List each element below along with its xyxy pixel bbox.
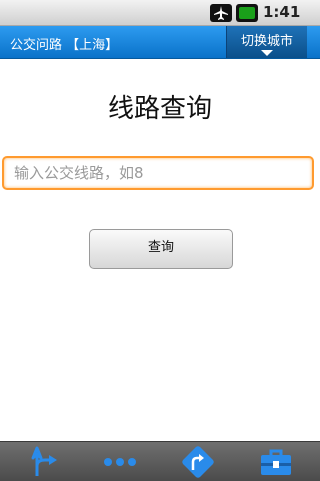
- bus-line-input[interactable]: [2, 156, 314, 190]
- direction-icon: [182, 446, 214, 478]
- more-icon: [104, 458, 136, 466]
- toolbar-route-button[interactable]: [13, 442, 77, 481]
- dropdown-triangle-icon: [261, 50, 273, 56]
- status-time-value: 1:41: [263, 3, 301, 21]
- app-title: 公交问路 【上海】: [10, 38, 119, 53]
- route-icon: [31, 446, 57, 476]
- toolbar-toolbox-button[interactable]: [243, 442, 307, 481]
- toolbar-more-button[interactable]: [88, 442, 152, 481]
- airplane-mode-icon: [210, 4, 232, 22]
- status-bar: 1:41 AM: [0, 0, 320, 38]
- title-bar: 公交问路 【上海】 切换城市: [0, 26, 320, 59]
- toolbar-direction-button[interactable]: [165, 442, 229, 481]
- switch-city-button[interactable]: 切换城市: [226, 26, 307, 58]
- query-button[interactable]: 查询: [89, 229, 233, 269]
- toolbox-icon: [261, 449, 291, 475]
- switch-city-label: 切换城市: [240, 34, 293, 49]
- page-title: 线路查询: [107, 94, 212, 124]
- bottom-toolbar: [0, 441, 320, 481]
- battery-charging-icon: [236, 4, 258, 22]
